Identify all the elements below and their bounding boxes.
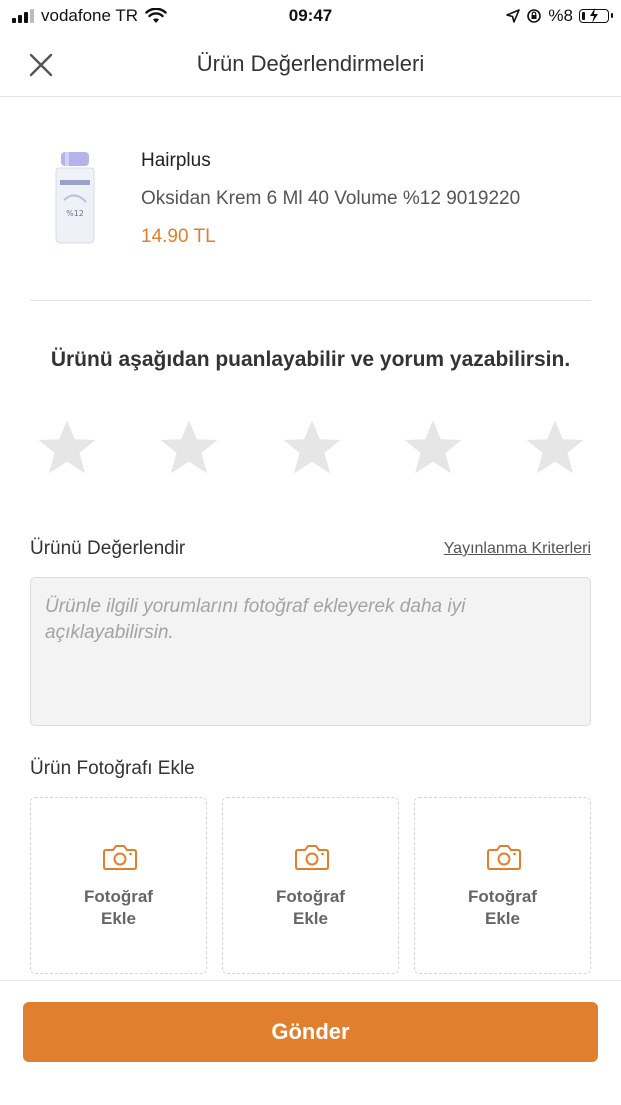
product-name: Oksidan Krem 6 Ml 40 Volume %12 9019220 bbox=[141, 188, 521, 209]
battery-icon bbox=[579, 8, 613, 23]
submit-button[interactable]: Gönder bbox=[23, 1002, 598, 1062]
camera-icon bbox=[103, 845, 137, 870]
add-photo-button-3[interactable]: Fotoğraf Ekle bbox=[414, 797, 591, 974]
add-photo-label: Fotoğraf Ekle bbox=[276, 887, 345, 929]
product-brand: Hairplus bbox=[141, 150, 211, 171]
star-3-icon[interactable] bbox=[281, 416, 343, 478]
product-summary: %12 Hairplus Oksidan Krem 6 Ml 40 Volume… bbox=[30, 130, 590, 260]
star-1-icon[interactable] bbox=[36, 416, 98, 478]
product-image: %12 bbox=[55, 152, 95, 244]
location-arrow-icon bbox=[506, 9, 521, 23]
status-bar: vodafone TR 09:47 %8 bbox=[0, 0, 621, 34]
camera-icon bbox=[487, 845, 521, 870]
battery-percent: %8 bbox=[548, 6, 573, 25]
add-photo-label: Fotoğraf Ekle bbox=[468, 887, 537, 929]
star-2-icon[interactable] bbox=[158, 416, 220, 478]
camera-icon bbox=[295, 845, 329, 870]
footer: Gönder bbox=[0, 980, 621, 1105]
review-textarea[interactable] bbox=[30, 577, 591, 726]
review-label: Ürünü Değerlendir bbox=[30, 538, 186, 559]
add-photo-button-2[interactable]: Fotoğraf Ekle bbox=[222, 797, 399, 974]
status-right: %8 bbox=[506, 6, 613, 26]
star-rating[interactable] bbox=[36, 416, 588, 482]
rating-prompt: Ürünü aşağıdan puanlayabilir ve yorum ya… bbox=[50, 348, 571, 371]
nav-header: Ürün Değerlendirmeleri bbox=[0, 34, 621, 97]
star-4-icon[interactable] bbox=[402, 416, 464, 478]
page-title: Ürün Değerlendirmeleri bbox=[196, 51, 425, 76]
product-price: 14.90 TL bbox=[141, 226, 216, 247]
star-5-icon[interactable] bbox=[524, 416, 586, 478]
photo-section-label: Ürün Fotoğrafı Ekle bbox=[30, 758, 195, 779]
publishing-criteria-link[interactable]: Yayınlanma Kriterleri bbox=[444, 540, 591, 558]
orientation-lock-icon bbox=[527, 9, 542, 23]
divider bbox=[30, 300, 591, 301]
add-photo-button-1[interactable]: Fotoğraf Ekle bbox=[30, 797, 207, 974]
add-photo-label: Fotoğraf Ekle bbox=[84, 887, 153, 929]
svg-text:%12: %12 bbox=[66, 209, 84, 218]
